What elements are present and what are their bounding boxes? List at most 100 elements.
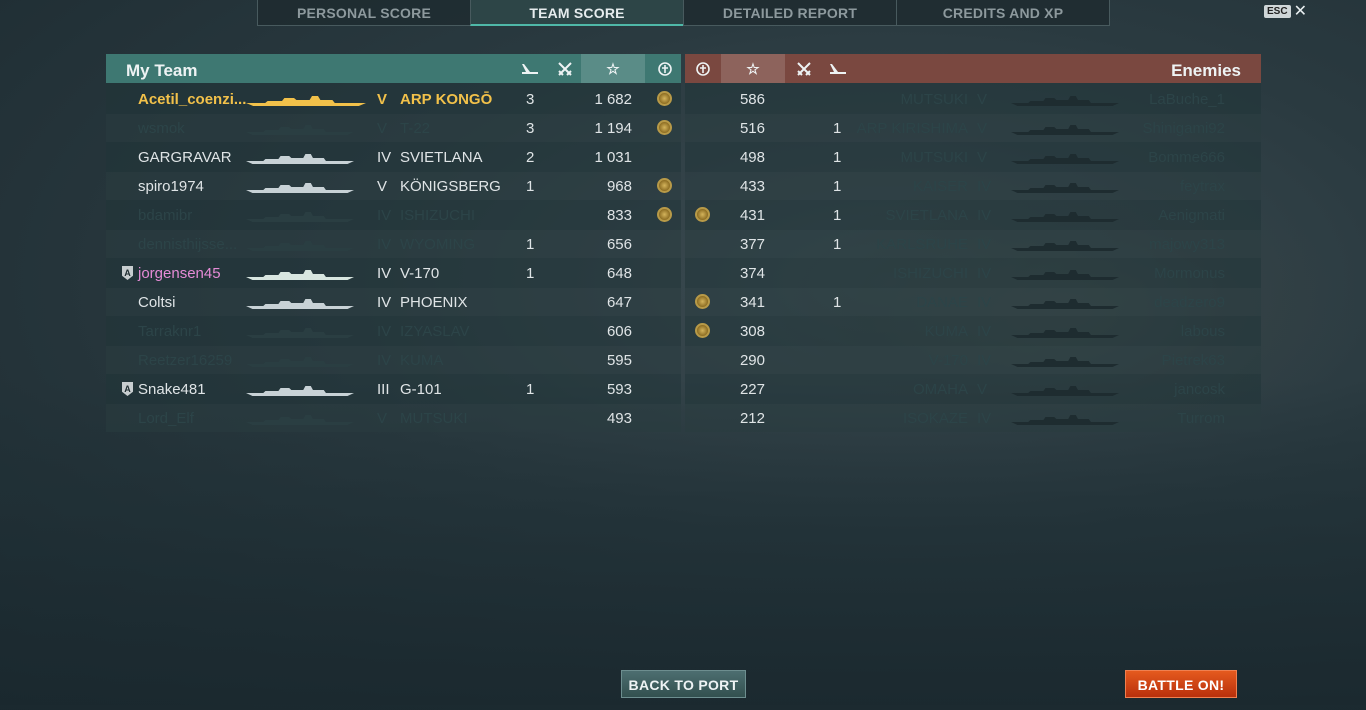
planes-shot-column-enemy[interactable] (820, 54, 856, 83)
ship-silhouette-icon (246, 383, 354, 397)
player-name: dennisthijsse... (138, 236, 238, 253)
enemy-row[interactable]: 212 ISOKAZE IV Turrom (685, 404, 1261, 432)
enemy-row[interactable]: 431 1 SVIETLANA IV Aenigmati (685, 201, 1261, 229)
tab-team-score[interactable]: TEAM SCORE (470, 0, 683, 26)
score-column[interactable]: ☆ (581, 54, 645, 83)
player-name: majowy313 (1149, 236, 1225, 253)
captain-wreath-icon (658, 61, 672, 76)
ship-silhouette-icon (246, 267, 354, 281)
my-team-title: My Team (126, 61, 198, 80)
ships-destroyed-column-enemy[interactable] (786, 54, 822, 83)
score-value: 593 (606, 381, 632, 398)
ship-silhouette-icon (246, 151, 354, 165)
my-team-row[interactable]: Coltsi IV PHOENIX 647 (106, 288, 681, 316)
ship-tier: V (977, 91, 988, 108)
ships-destroyed-value: 1 (526, 381, 535, 398)
ship-tier: IV (377, 294, 392, 311)
score-value: 493 (606, 410, 632, 427)
ship-tier: IV (377, 207, 392, 224)
ship-name: KÖNIGSBERG (400, 178, 501, 195)
my-team-row[interactable]: bdamibr IV ISHIZUCHI 833 (106, 201, 681, 229)
my-team-row[interactable]: Ajorgensen45 IV V-170 1 648 (106, 259, 681, 287)
my-team-row[interactable]: Lord_Elf V MUTSUKI 493 (106, 404, 681, 432)
crossed-swords-icon (558, 61, 572, 76)
ship-name: ARP KIRISHIMA (856, 120, 968, 137)
ship-silhouette-icon (246, 325, 354, 339)
player-name: Bomme666 (1148, 149, 1225, 166)
ships-destroyed-column[interactable] (547, 54, 583, 83)
my-team-row[interactable]: Tarraknr1 IV IZYASLAV 606 (106, 317, 681, 345)
score-value: 377 (739, 236, 765, 253)
back-to-port-button[interactable]: BACK TO PORT (621, 670, 746, 698)
ships-destroyed-value: 3 (526, 120, 535, 137)
ship-tier: IV (377, 265, 392, 282)
ship-tier: V (377, 178, 388, 195)
player-name: Aenigmati (1158, 207, 1225, 224)
enemy-row[interactable]: 374 ISHIZUCHI IV Mormonus (685, 259, 1261, 287)
tab-bar: PERSONAL SCORE TEAM SCORE DETAILED REPOR… (257, 0, 1110, 26)
score-value: 656 (606, 236, 632, 253)
tab-personal-score[interactable]: PERSONAL SCORE (257, 0, 470, 26)
tab-credits-and-xp[interactable]: CREDITS AND XP (896, 0, 1110, 26)
ship-name: MUTSUKI (900, 91, 969, 108)
ship-name: IZYASLAV (400, 323, 470, 340)
ship-silhouette-icon (246, 296, 354, 310)
close-button[interactable]: ESC ✕ (1264, 3, 1307, 19)
captain-medal-icon (657, 178, 672, 193)
ship-silhouette-icon (246, 238, 354, 252)
captain-column[interactable] (647, 54, 683, 83)
ship-name: G-101 (400, 381, 442, 398)
ship-silhouette-icon (1011, 296, 1119, 310)
ship-name: SVIETLANA (885, 207, 968, 224)
ship-silhouette-icon (1011, 151, 1119, 165)
star-icon: ☆ (606, 60, 620, 78)
my-team-row[interactable]: Reetzer16259 IV KUMA 595 (106, 346, 681, 374)
enemies-header: ☆ Enemies (685, 54, 1261, 83)
captain-wreath-icon (696, 61, 710, 76)
ship-silhouette-icon (246, 354, 354, 368)
score-value: 433 (739, 178, 765, 195)
enemy-row[interactable]: 290 V-170 IV Pietrek63 (685, 346, 1261, 374)
captain-column-enemy[interactable] (685, 54, 721, 83)
player-name: bdamibr (138, 207, 193, 224)
my-team-header: My Team ☆ (106, 54, 681, 83)
my-team-row[interactable]: Acetil_coenzi... V ARP KONGŌ 3 1 682 (106, 85, 681, 113)
score-value: 1 031 (594, 149, 632, 166)
captain-medal-icon (657, 120, 672, 135)
enemy-row[interactable]: 433 1 KAISER IV feytrax (685, 172, 1261, 200)
my-team-row[interactable]: GARGRAVAR IV SVIETLANA 2 1 031 (106, 143, 681, 171)
player-name: Coltsi (138, 294, 176, 311)
ship-tier: IV (377, 323, 392, 340)
ship-name: ISOKAZE (902, 410, 968, 427)
my-team-row[interactable]: dennisthijsse... IV WYOMING 1 656 (106, 230, 681, 258)
score-column-enemy[interactable]: ☆ (721, 54, 785, 83)
player-name: Shinigami92 (1142, 120, 1225, 137)
player-name: Mormonus (1154, 265, 1225, 282)
enemy-row[interactable]: 516 1 ARP KIRISHIMA V Shinigami92 (685, 114, 1261, 142)
my-team-row[interactable]: A Snake481 III G-101 1 593 (106, 375, 681, 403)
score-value: 1 682 (594, 91, 632, 108)
ship-silhouette-icon (1011, 383, 1119, 397)
enemy-row[interactable]: 586 MUTSUKI V LaBuche_1 (685, 85, 1261, 113)
ship-tier: V (977, 381, 988, 398)
ship-tier: V (977, 149, 988, 166)
battle-on-button[interactable]: BATTLE ON! (1125, 670, 1237, 698)
tab-detailed-report[interactable]: DETAILED REPORT (683, 0, 896, 26)
my-team-row[interactable]: wsmok V T-22 3 1 194 (106, 114, 681, 142)
enemy-row[interactable]: 227 OMAHA Vjancosk (685, 375, 1261, 403)
planes-shot-icon (830, 63, 846, 74)
enemy-row[interactable]: 377 1 KARLSRUHE IV majowy313 (685, 230, 1261, 258)
ships-destroyed-value: 1 (526, 236, 535, 253)
ship-silhouette-icon (246, 122, 354, 136)
player-name: jancosk (1174, 381, 1225, 398)
ship-name: WYOMING (400, 236, 475, 253)
enemy-row[interactable]: 308 KUMA IV labous (685, 317, 1261, 345)
player-name: jorgensen45 (138, 265, 221, 282)
enemy-row[interactable]: 341 1 DANAE IV deadzero9 (685, 288, 1261, 316)
player-name: Turrom (1177, 410, 1225, 427)
planes-shot-column[interactable] (512, 54, 548, 83)
enemy-row[interactable]: 498 1 MUTSUKI V Bomme666 (685, 143, 1261, 171)
ship-name: T-22 (400, 120, 431, 137)
ship-silhouette-icon (1011, 93, 1119, 107)
my-team-row[interactable]: spiro1974 V KÖNIGSBERG 1 968 (106, 172, 681, 200)
